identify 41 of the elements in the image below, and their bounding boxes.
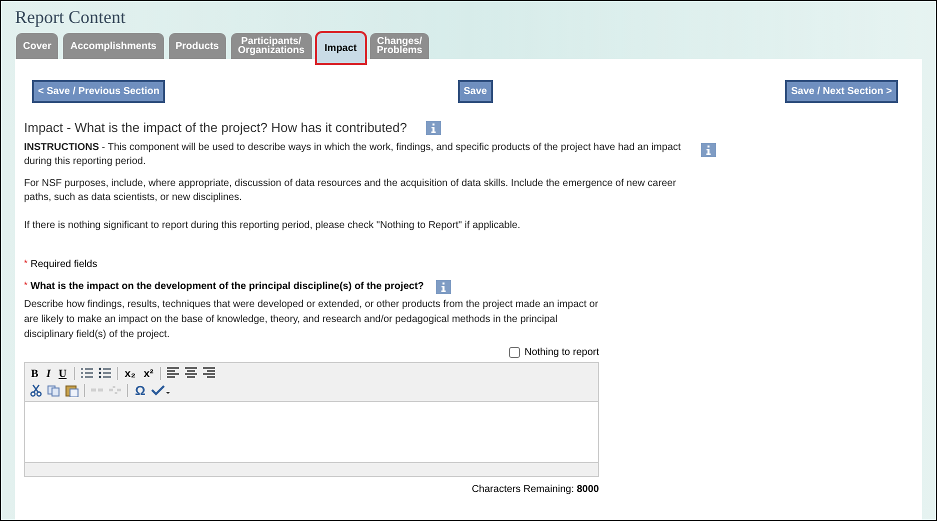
characters-remaining-label: Characters Remaining: [472,484,575,495]
underline-button[interactable]: U [56,366,69,380]
required-fields-note: Required fields [30,258,98,272]
checkbox-label: Nothing to report [524,346,599,360]
nav-button[interactable]: Save [458,80,493,103]
question-label: What is the impact on the development of the principal discipline(s) of the project? [30,280,424,294]
tab[interactable]: Cover [16,33,58,59]
copy-icon[interactable] [47,384,61,397]
numbered-list-icon[interactable] [80,367,94,380]
paste-icon[interactable] [65,384,79,397]
info-icon[interactable] [426,120,441,134]
symbol-button[interactable]: Ω [133,384,148,398]
italic-button[interactable]: I [44,366,53,380]
instruction-paragraph: For NSF purposes, include, where appropriate, discussion of data resources and the acquisition of data skills. Include the emergence of new career paths, such as data scientists, or new disciplines. [24,177,678,205]
section-heading: Impact - What is the impact of the project? How has it contributed? [24,119,407,136]
tab[interactable]: Products [168,33,226,59]
superscript-button[interactable]: x² [142,366,156,380]
nav-button[interactable]: < Save / Previous Section [32,80,166,103]
page-title: Report Content [15,7,126,27]
characters-remaining-count: 8000 [576,484,599,495]
subscript-button[interactable]: x₂ [122,366,138,380]
tab[interactable]: Participants/ Organizations [230,33,312,59]
spellcheck-icon[interactable] [151,384,172,397]
nav-button[interactable]: Save / Next Section > [785,80,898,103]
cut-icon[interactable] [29,384,43,397]
required-marker: * [24,257,28,270]
info-icon[interactable] [701,143,716,157]
tab[interactable]: Impact [316,33,365,63]
tab[interactable]: Accomplishments [63,33,164,59]
tab[interactable]: Changes/ Problems [370,33,430,59]
bulleted-list-icon[interactable] [98,367,112,380]
bold-button[interactable]: B [29,366,40,380]
question-description: Describe how findings, results, techniques that were developed or extended, or other products from the project made an impact or are likely to make an impact on the base of knowledge, theory, and research and/or pedagogical methods in the principal disciplinary field(s) of the project. [24,298,600,342]
align-center-icon[interactable] [184,367,198,380]
instruction-paragraph: If there is nothing significant to report during this reporting period, please check "Nothing to Report" if applicable. [24,219,522,233]
info-icon[interactable] [436,280,451,294]
instruction-paragraph: INSTRUCTIONS - This component will be used to describe ways in which the work, findings, and specific products of the project have had an impact during this reporting period. [24,141,682,169]
required-marker: * [24,279,28,292]
nothing-to-report-checkbox[interactable] [508,347,520,358]
align-right-icon[interactable] [202,367,216,380]
align-left-icon[interactable] [166,367,180,380]
